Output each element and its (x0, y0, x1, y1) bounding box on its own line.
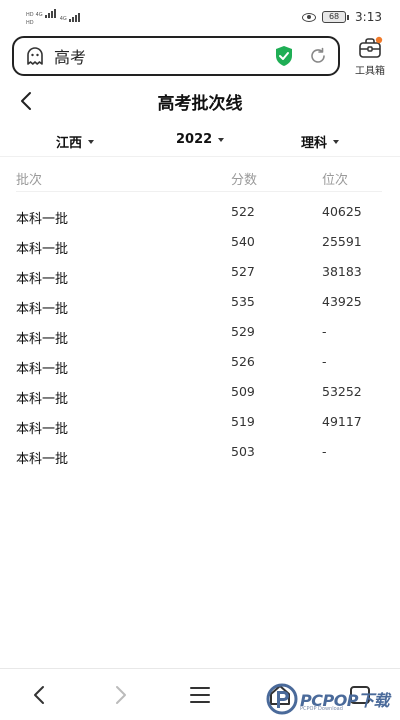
ghost-icon (27, 47, 43, 65)
cell-score: 509 (231, 384, 255, 399)
cell-batch: 本科一批 (16, 362, 69, 377)
battery-level: 68 (322, 11, 347, 23)
sig1-tag: HD (26, 11, 34, 18)
battery-icon: 68 (322, 11, 350, 23)
net-tag-2: 4G (59, 15, 67, 22)
cell-rank: - (322, 324, 327, 339)
cell-batch: 本科一批 (16, 422, 69, 437)
cell-score: 540 (231, 234, 255, 249)
year-label: 2022 (176, 132, 213, 147)
cell-score: 526 (231, 354, 255, 369)
subject-label: 理科 (301, 136, 328, 151)
table-row: 本科一批 503 - (0, 440, 400, 470)
page-header: 高考批次线 (0, 84, 400, 118)
pcpop-logo-icon (266, 683, 298, 715)
cell-batch: 本科一批 (16, 392, 69, 407)
cell-batch: 本科一批 (16, 242, 69, 257)
toolbox-icon (359, 36, 383, 58)
header-score: 分数 (231, 173, 258, 188)
cell-rank: 43925 (322, 294, 362, 309)
filter-bar: 江西 2022 理科 (0, 126, 400, 156)
shield-icon[interactable] (274, 45, 294, 67)
cell-score: 503 (231, 444, 255, 459)
page-title: 高考批次线 (157, 93, 243, 114)
cell-score: 527 (231, 264, 255, 279)
eye-icon (302, 12, 317, 22)
cell-rank: - (322, 354, 327, 369)
province-label: 江西 (56, 136, 83, 151)
table-header: 批次 分数 位次 (16, 160, 382, 192)
cell-score: 535 (231, 294, 255, 309)
address-search-bar[interactable]: 高考 (12, 36, 340, 76)
signal-1: HD 4G (26, 8, 56, 18)
net-tag: 4G (35, 11, 43, 18)
table-body: 本科一批 522 40625 本科一批 540 25591 本科一批 527 3… (0, 200, 400, 470)
caret-down-icon (88, 139, 95, 144)
table-row: 本科一批 519 49117 (0, 410, 400, 440)
signal-3: 4G (59, 12, 80, 22)
province-dropdown[interactable]: 江西 (56, 132, 95, 151)
status-time: 3:13 (355, 10, 382, 24)
signal-indicators: HD 4G HD 4G (26, 8, 80, 26)
table-row: 本科一批 529 - (0, 320, 400, 350)
cell-score: 519 (231, 414, 255, 429)
cell-rank: 40625 (322, 204, 362, 219)
cell-rank: 49117 (322, 414, 362, 429)
table-row: 本科一批 540 25591 (0, 230, 400, 260)
caret-down-icon (333, 139, 340, 144)
nav-forward-icon[interactable] (108, 683, 132, 707)
cell-batch: 本科一批 (16, 332, 69, 347)
toolbox-button[interactable]: 工具箱 (348, 36, 392, 78)
toolbox-label: 工具箱 (355, 66, 385, 77)
watermark-subtext: PCPOP Download (300, 706, 343, 712)
watermark: PCPOP下载 PCPOP Download (266, 682, 398, 716)
table-row: 本科一批 509 53252 (0, 380, 400, 410)
divider (0, 156, 400, 157)
table-row: 本科一批 535 43925 (0, 290, 400, 320)
cell-batch: 本科一批 (16, 272, 69, 287)
cell-rank: 53252 (322, 384, 362, 399)
nav-menu-icon[interactable] (188, 683, 212, 707)
cell-rank: 25591 (322, 234, 362, 249)
subject-dropdown[interactable]: 理科 (301, 132, 340, 151)
cell-rank: 38183 (322, 264, 362, 279)
caret-down-icon (218, 137, 225, 142)
table-row: 本科一批 527 38183 (0, 260, 400, 290)
status-bar: HD 4G HD 4G 68 3:13 (0, 0, 400, 34)
cell-rank: - (322, 444, 327, 459)
header-rank: 位次 (322, 173, 349, 188)
header-batch: 批次 (16, 173, 43, 188)
refresh-icon[interactable] (308, 46, 328, 66)
table-row: 本科一批 522 40625 (0, 200, 400, 230)
back-arrow-icon[interactable] (16, 90, 38, 112)
cell-batch: 本科一批 (16, 302, 69, 317)
cell-score: 522 (231, 204, 255, 219)
nav-back-icon[interactable] (28, 683, 52, 707)
cell-batch: 本科一批 (16, 212, 69, 227)
score-table: 批次 分数 位次 本科一批 522 40625 本科一批 540 25591 本… (0, 160, 400, 470)
table-row: 本科一批 526 - (0, 350, 400, 380)
search-text[interactable]: 高考 (54, 44, 274, 68)
cell-score: 529 (231, 324, 255, 339)
year-dropdown[interactable]: 2022 (176, 132, 225, 147)
signal-2: HD (26, 20, 56, 26)
sig2-tag: HD (26, 19, 34, 26)
cell-batch: 本科一批 (16, 452, 69, 467)
